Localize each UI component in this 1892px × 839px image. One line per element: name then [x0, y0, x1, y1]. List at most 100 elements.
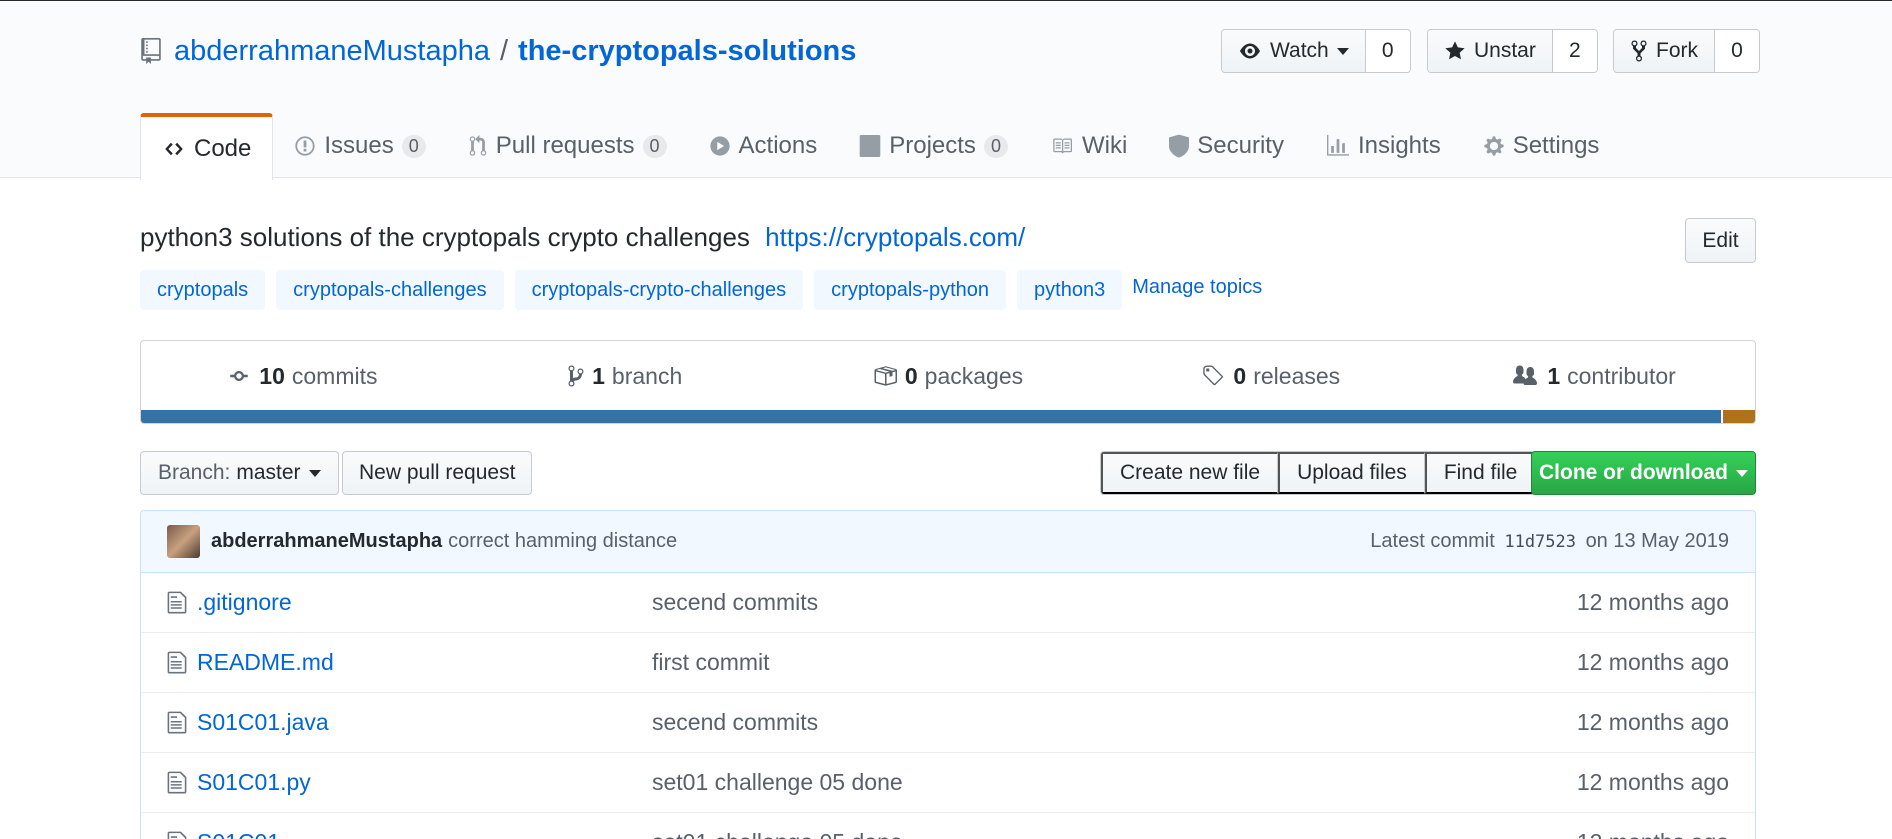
commit-icon — [230, 371, 249, 381]
play-icon — [709, 136, 730, 156]
topic-tag[interactable]: cryptopals — [140, 270, 266, 310]
clone-or-download-button[interactable]: Clone or download — [1531, 451, 1756, 495]
fork-group: Fork 0 — [1613, 29, 1760, 73]
packages-link[interactable]: 0 packages — [787, 341, 1110, 411]
tab-security-label: Security — [1197, 132, 1284, 159]
projects-counter: 0 — [983, 134, 1008, 158]
language-bar[interactable] — [141, 410, 1755, 423]
graph-icon — [1326, 135, 1349, 156]
repo-name-link[interactable]: the-cryptopals-solutions — [518, 35, 856, 68]
repo-description: python3 solutions of the cryptopals cryp… — [140, 222, 1025, 253]
commit-sha-link[interactable]: 11d7523 — [1504, 532, 1576, 552]
file-icon — [167, 710, 187, 735]
file-age: 12 months ago — [1577, 829, 1729, 839]
tab-projects-label: Projects — [889, 132, 976, 159]
avatar[interactable] — [167, 525, 200, 558]
topic-tag[interactable]: python3 — [1017, 270, 1123, 310]
unstar-button[interactable]: Unstar — [1428, 30, 1553, 72]
star-count[interactable]: 2 — [1552, 30, 1597, 72]
star-icon — [1445, 41, 1465, 60]
fork-button[interactable]: Fork — [1614, 30, 1715, 72]
tab-actions[interactable]: Actions — [688, 113, 839, 179]
file-commit-message[interactable]: set01 challenge 05 done — [652, 769, 1577, 796]
file-age: 12 months ago — [1576, 649, 1729, 675]
table-row: .gitignore secend commits 12 months ago — [141, 573, 1755, 633]
releases-label: releases — [1253, 362, 1341, 389]
description-url-link[interactable]: https://cryptopals.com/ — [765, 222, 1025, 252]
latest-commit-date: on 13 May 2019 — [1585, 530, 1729, 552]
tab-wiki[interactable]: Wiki — [1029, 113, 1148, 179]
description-text: python3 solutions of the cryptopals cryp… — [140, 222, 750, 252]
file-name-link[interactable]: README.md — [197, 649, 652, 676]
watch-button[interactable]: Watch — [1222, 30, 1366, 72]
file-age: 12 months ago — [1576, 769, 1729, 795]
upload-files-button[interactable]: Upload files — [1278, 452, 1425, 494]
code-icon — [165, 142, 183, 155]
table-row: S01C01 set01 challenge 05 done 12 months… — [141, 813, 1755, 839]
file-name-link[interactable]: S01C01.java — [197, 709, 652, 736]
tab-settings-label: Settings — [1512, 132, 1600, 159]
file-commit-message[interactable]: set01 challenge 05 done — [652, 829, 1577, 839]
file-name-link[interactable]: S01C01.py — [197, 769, 652, 796]
commit-author-link[interactable]: abderrahmaneMustapha — [211, 530, 442, 553]
tab-wiki-label: Wiki — [1081, 132, 1128, 159]
book-icon — [1053, 138, 1072, 154]
find-file-button[interactable]: Find file — [1424, 452, 1535, 494]
repo-icon — [140, 38, 162, 64]
branch-name: master — [236, 461, 301, 484]
file-list: .gitignore secend commits 12 months ago … — [140, 573, 1756, 839]
commit-message-link[interactable]: correct hamming distance — [448, 530, 677, 553]
table-row: README.md first commit 12 months ago — [141, 633, 1755, 693]
repo-path-separator: / — [499, 34, 509, 67]
releases-count: 0 — [1233, 362, 1247, 389]
commits-link[interactable]: 10 commits — [141, 341, 464, 411]
watch-count[interactable]: 0 — [1365, 30, 1410, 72]
tab-code-label: Code — [194, 134, 252, 162]
chevron-down-icon — [308, 469, 321, 477]
topic-tag[interactable]: cryptopals-crypto-challenges — [514, 270, 804, 310]
eye-icon — [1240, 43, 1260, 59]
contributors-link[interactable]: 1 contributor — [1432, 341, 1755, 411]
branch-select-button[interactable]: Branch: master — [140, 451, 339, 495]
tab-code[interactable]: Code — [140, 113, 274, 180]
tab-projects[interactable]: Projects 0 — [838, 113, 1029, 179]
releases-link[interactable]: 0 releases — [1109, 341, 1432, 411]
new-pull-request-button[interactable]: New pull request — [342, 451, 533, 495]
create-new-file-button[interactable]: Create new file — [1101, 452, 1279, 494]
language-bar-java[interactable] — [1722, 410, 1755, 423]
file-commit-message[interactable]: first commit — [652, 649, 1577, 676]
manage-topics-link[interactable]: Manage topics — [1132, 276, 1262, 299]
tab-pull-requests[interactable]: Pull requests 0 — [447, 113, 688, 179]
topic-tag[interactable]: cryptopals-python — [814, 270, 1007, 310]
project-icon — [859, 135, 881, 157]
star-group: Unstar 2 — [1427, 29, 1598, 73]
language-bar-python[interactable] — [141, 410, 1723, 423]
repo-owner-link[interactable]: abderrahmaneMustapha — [174, 35, 490, 68]
file-commit-message[interactable]: secend commits — [652, 709, 1577, 736]
topic-tag[interactable]: cryptopals-challenges — [276, 270, 504, 310]
file-icon — [167, 650, 187, 675]
file-commit-message[interactable]: secend commits — [652, 589, 1577, 616]
tag-icon — [1203, 365, 1224, 386]
tab-issues[interactable]: Issues 0 — [273, 113, 446, 179]
file-name-link[interactable]: .gitignore — [197, 589, 652, 616]
tab-pull-requests-label: Pull requests — [495, 132, 635, 159]
contributors-count: 1 — [1547, 362, 1561, 389]
tab-security[interactable]: Security — [1148, 113, 1305, 179]
packages-label: packages — [924, 362, 1024, 389]
tab-insights[interactable]: Insights — [1305, 113, 1462, 179]
latest-commit-prefix: Latest commit — [1370, 530, 1495, 552]
latest-commit-info: Latest commit 11d7523 on 13 May 2019 — [1370, 530, 1729, 553]
file-name-link[interactable]: S01C01 — [197, 829, 652, 839]
edit-description-button[interactable]: Edit — [1685, 218, 1756, 263]
tab-settings[interactable]: Settings — [1462, 113, 1621, 179]
issues-counter: 0 — [401, 134, 426, 158]
commits-label: commits — [291, 362, 378, 389]
commits-count: 10 — [259, 362, 285, 389]
branches-link[interactable]: 1 branch — [464, 341, 787, 411]
repo-nav-tabs: Code Issues 0 Pull requests 0 Actions Pr… — [140, 113, 1621, 180]
branch-prefix: Branch: — [158, 461, 231, 484]
table-row: S01C01.java secend commits 12 months ago — [141, 693, 1755, 753]
fork-count[interactable]: 0 — [1715, 30, 1759, 72]
shield-icon — [1169, 134, 1190, 158]
